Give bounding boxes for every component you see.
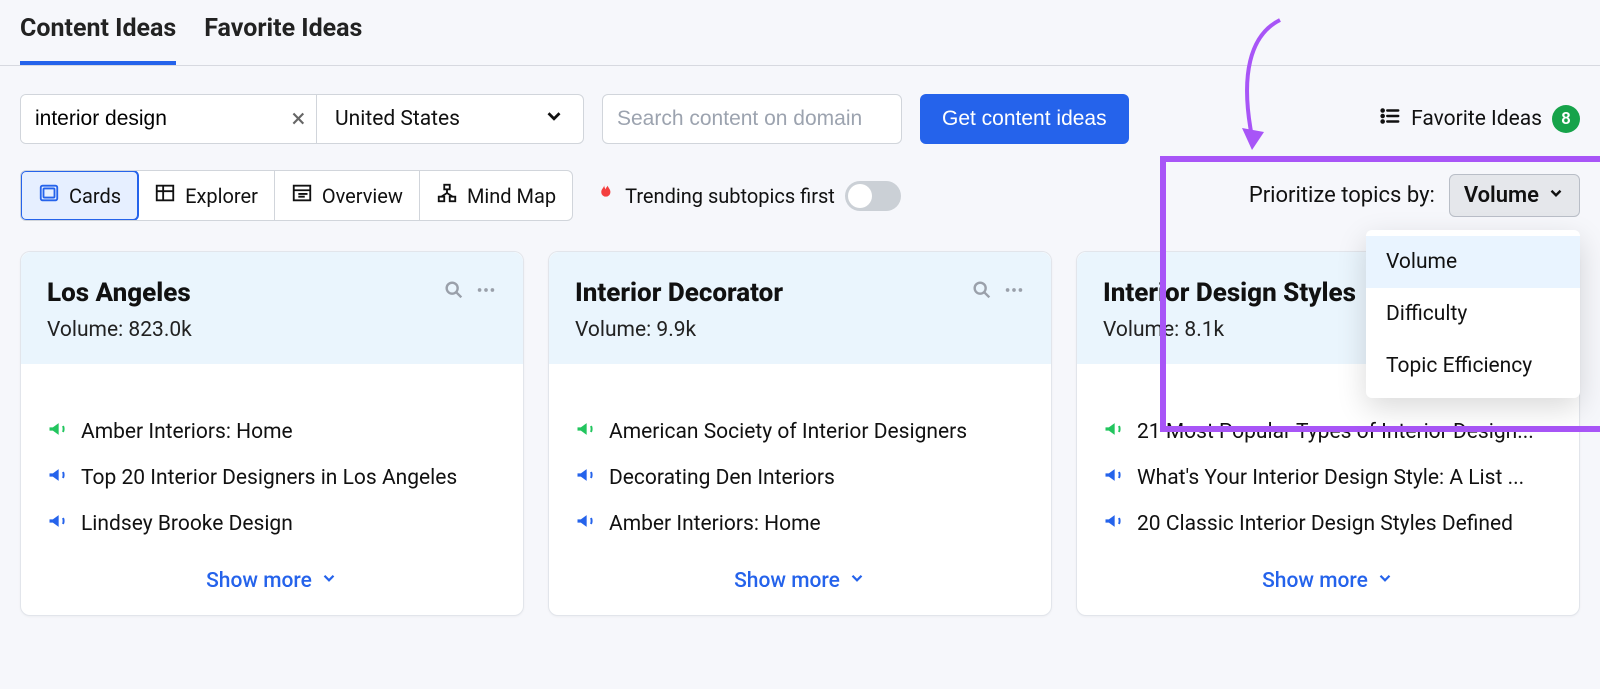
keyword-input[interactable] [21,95,281,143]
prioritize-select[interactable]: Volume [1449,174,1580,217]
list-item[interactable]: Top 20 Interior Designers in Los Angeles [47,465,497,491]
view-mindmap[interactable]: Mind Map [420,171,572,220]
chevron-down-icon [320,569,338,593]
bullhorn-icon [47,419,67,445]
list-item[interactable]: Amber Interiors: Home [47,419,497,445]
more-icon[interactable] [475,279,497,307]
trending-toggle-group: Trending subtopics first [593,181,901,211]
item-text: American Society of Interior Designers [609,420,967,444]
table-icon [154,182,176,209]
more-icon[interactable] [1003,279,1025,307]
domain-search-input[interactable] [602,94,902,144]
cards-icon [38,182,60,209]
card-title: Interior Decorator [575,278,961,308]
view-cards[interactable]: Cards [20,170,139,221]
card-body: Amber Interiors: Home Top 20 Interior De… [21,364,523,559]
item-text: 20 Classic Interior Design Styles Define… [1137,512,1513,536]
search-icon[interactable] [443,279,465,307]
list-item[interactable]: Lindsey Brooke Design [47,511,497,537]
prioritize-value: Volume [1464,183,1539,208]
show-more-link[interactable]: Show more [1077,559,1579,615]
card-volume: Volume: 823.0k [47,318,497,342]
topic-card: Interior Decorator Volume: 9.9k American… [548,251,1052,616]
country-value: United States [335,107,460,131]
bullhorn-icon [1103,465,1123,491]
search-icon[interactable] [971,279,993,307]
item-text: 21 Most Popular Types of Interior Design… [1137,420,1534,444]
chevron-down-icon [543,105,565,133]
card-body: American Society of Interior Designers D… [549,364,1051,559]
list-item[interactable]: American Society of Interior Designers [575,419,1025,445]
chevron-down-icon [1376,569,1394,593]
chevron-down-icon [1547,183,1565,208]
toolbar-row-1: × United States Get content ideas Favori… [0,66,1600,156]
tab-content-ideas[interactable]: Content Ideas [20,14,176,65]
show-more-label: Show more [1262,569,1368,593]
favorite-ideas-link[interactable]: Favorite Ideas 8 [1379,105,1580,133]
trending-toggle[interactable] [845,181,901,211]
bullhorn-icon [575,419,595,445]
view-overview[interactable]: Overview [275,171,420,220]
prioritize-dropdown: Volume Difficulty Topic Efficiency [1366,230,1580,398]
item-text: Top 20 Interior Designers in Los Angeles [81,466,457,490]
prioritize-label: Prioritize topics by: [1249,183,1435,208]
show-more-label: Show more [206,569,312,593]
keyword-country-group: × United States [20,94,584,144]
main-tabs: Content Ideas Favorite Ideas [0,0,1600,66]
get-content-ideas-button[interactable]: Get content ideas [920,94,1129,144]
show-more-label: Show more [734,569,840,593]
favorite-count-badge: 8 [1552,105,1580,133]
view-overview-label: Overview [322,184,403,208]
prioritize-group: Prioritize topics by: Volume Volume Diff… [1249,174,1580,217]
bullhorn-icon [575,511,595,537]
card-header: Interior Decorator Volume: 9.9k [549,252,1051,364]
chevron-down-icon [848,569,866,593]
view-cards-label: Cards [69,184,121,208]
mindmap-icon [436,182,458,209]
item-text: Amber Interiors: Home [81,420,293,444]
view-explorer[interactable]: Explorer [138,171,275,220]
bullhorn-icon [47,511,67,537]
card-volume: Volume: 9.9k [575,318,1025,342]
show-more-link[interactable]: Show more [549,559,1051,615]
tab-favorite-ideas[interactable]: Favorite Ideas [204,14,362,65]
view-explorer-label: Explorer [185,184,258,208]
list-item[interactable]: Amber Interiors: Home [575,511,1025,537]
card-title: Los Angeles [47,278,433,308]
overview-icon [291,182,313,209]
clear-keyword-icon[interactable]: × [281,95,317,143]
dropdown-option-volume[interactable]: Volume [1366,236,1580,288]
list-icon [1379,105,1401,133]
country-select[interactable]: United States [317,95,583,143]
bullhorn-icon [1103,419,1123,445]
dropdown-option-difficulty[interactable]: Difficulty [1366,288,1580,340]
list-item[interactable]: 21 Most Popular Types of Interior Design… [1103,419,1553,445]
toolbar-row-2: Cards Explorer Overview Mind Map Trendin… [0,156,1600,251]
show-more-link[interactable]: Show more [21,559,523,615]
item-text: Decorating Den Interiors [609,466,835,490]
view-mode-group: Cards Explorer Overview Mind Map [20,170,573,221]
trending-label: Trending subtopics first [625,184,835,208]
cards-container: Los Angeles Volume: 823.0k Amber Interio… [0,251,1600,636]
bullhorn-icon [575,465,595,491]
view-mindmap-label: Mind Map [467,184,556,208]
item-text: Amber Interiors: Home [609,512,821,536]
bullhorn-icon [1103,511,1123,537]
topic-card: Los Angeles Volume: 823.0k Amber Interio… [20,251,524,616]
dropdown-option-topic-efficiency[interactable]: Topic Efficiency [1366,340,1580,392]
list-item[interactable]: What's Your Interior Design Style: A Lis… [1103,465,1553,491]
flame-icon [593,182,615,210]
favorite-ideas-label: Favorite Ideas [1411,107,1542,131]
item-text: What's Your Interior Design Style: A Lis… [1137,466,1524,490]
list-item[interactable]: Decorating Den Interiors [575,465,1025,491]
bullhorn-icon [47,465,67,491]
card-header: Los Angeles Volume: 823.0k [21,252,523,364]
item-text: Lindsey Brooke Design [81,512,293,536]
list-item[interactable]: 20 Classic Interior Design Styles Define… [1103,511,1553,537]
